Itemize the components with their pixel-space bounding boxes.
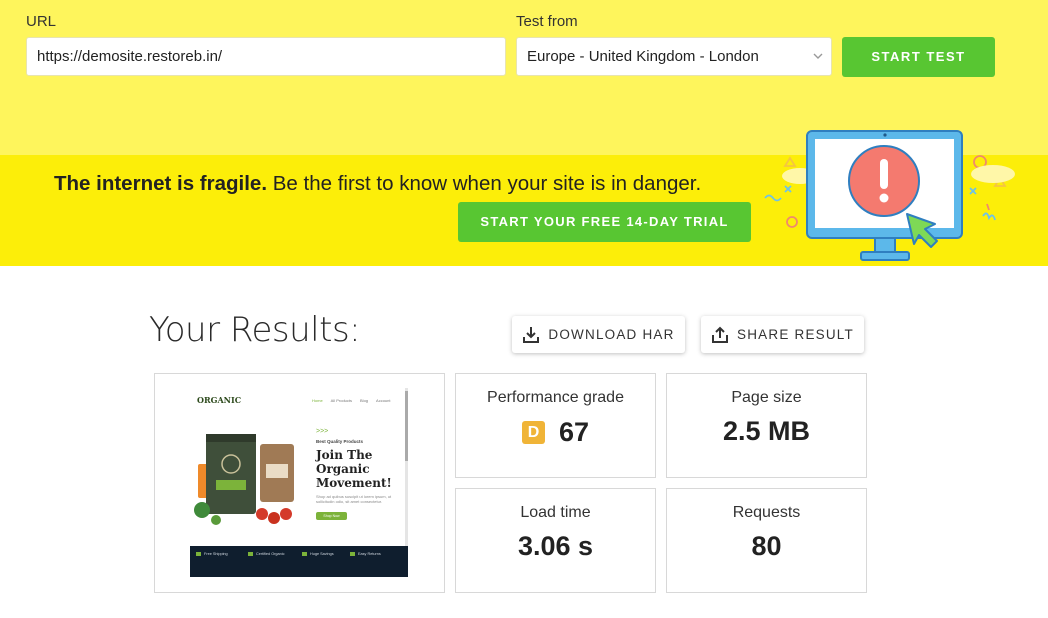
site-screenshot: ORGANIC Home All Products Blog Account >>> …: [190, 388, 408, 577]
requests-card: Requests 80: [666, 488, 867, 593]
site-nav-item: All Products: [330, 398, 353, 403]
start-test-button[interactable]: START TEST: [842, 37, 995, 77]
site-feature: Certified Organic: [248, 552, 285, 556]
site-feature: Free Shipping: [196, 552, 228, 556]
site-kicker: Best Quality Products: [316, 439, 364, 444]
performance-grade-score: 67: [558, 417, 590, 447]
leaf-ornament: >>>: [316, 428, 329, 435]
page-size-value: 2.5 MB: [722, 416, 811, 446]
results-title: Your Results:: [149, 310, 361, 350]
performance-grade-label: Performance grade: [487, 389, 624, 406]
load-time-card: Load time 3.06 s: [455, 488, 656, 593]
promo-headline: The internet is fragile. Be the first to…: [54, 172, 701, 196]
url-label: URL: [26, 13, 57, 30]
site-scrollbar-thumb: [405, 391, 408, 461]
share-icon: [712, 326, 729, 343]
load-time-value: 3.06 s: [517, 531, 594, 561]
page-size-label: Page size: [731, 389, 802, 406]
load-time-label: Load time: [520, 504, 591, 521]
free-trial-button[interactable]: START YOUR FREE 14-DAY TRIAL: [458, 202, 751, 242]
share-result-label: SHARE RESULT: [737, 327, 854, 342]
download-har-label: DOWNLOAD HAR: [548, 327, 675, 342]
site-hero-blurb: Shop ad quibus suscipit ut lorem ipsum, …: [316, 494, 392, 504]
test-location-select[interactable]: Europe - United Kingdom - London: [516, 37, 832, 76]
site-nav-item: Account: [376, 398, 391, 403]
site-feature: Huge Savings: [302, 552, 334, 556]
product-bags-image: [194, 434, 294, 525]
site-nav-item: Home: [312, 398, 323, 403]
requests-value: 80: [751, 531, 782, 561]
grade-letter-badge: D: [521, 421, 545, 444]
promo-headline-bold: The internet is fragile.: [54, 172, 268, 195]
site-nav: Home All Products Blog Account: [312, 398, 398, 403]
site-hero-heading: Join The Organic Movement!: [316, 448, 392, 490]
site-feature: Easy Returns: [350, 552, 381, 556]
site-screenshot-card: ORGANIC Home All Products Blog Account >>> …: [154, 373, 445, 593]
download-har-button[interactable]: DOWNLOAD HAR: [512, 316, 685, 353]
requests-label: Requests: [732, 504, 801, 521]
site-feature-strip: Free Shipping Certified Organic Huge Sav…: [190, 546, 408, 577]
site-logo: ORGANIC: [197, 395, 242, 405]
test-location-value: Europe - United Kingdom - London: [527, 48, 759, 65]
monitor-alert-illustration: [764, 130, 1015, 261]
download-icon: [523, 326, 540, 343]
chevron-down-icon: [813, 38, 823, 91]
performance-grade-card: Performance grade D 67: [455, 373, 656, 478]
site-nav-item: Blog: [360, 398, 369, 403]
share-result-button[interactable]: SHARE RESULT: [701, 316, 864, 353]
page-size-card: Page size 2.5 MB: [666, 373, 867, 478]
url-input[interactable]: [26, 37, 506, 76]
test-from-label: Test from: [516, 13, 578, 30]
promo-headline-rest: Be the first to know when your site is i…: [267, 172, 702, 195]
site-shop-button: Shop Now: [316, 512, 347, 520]
